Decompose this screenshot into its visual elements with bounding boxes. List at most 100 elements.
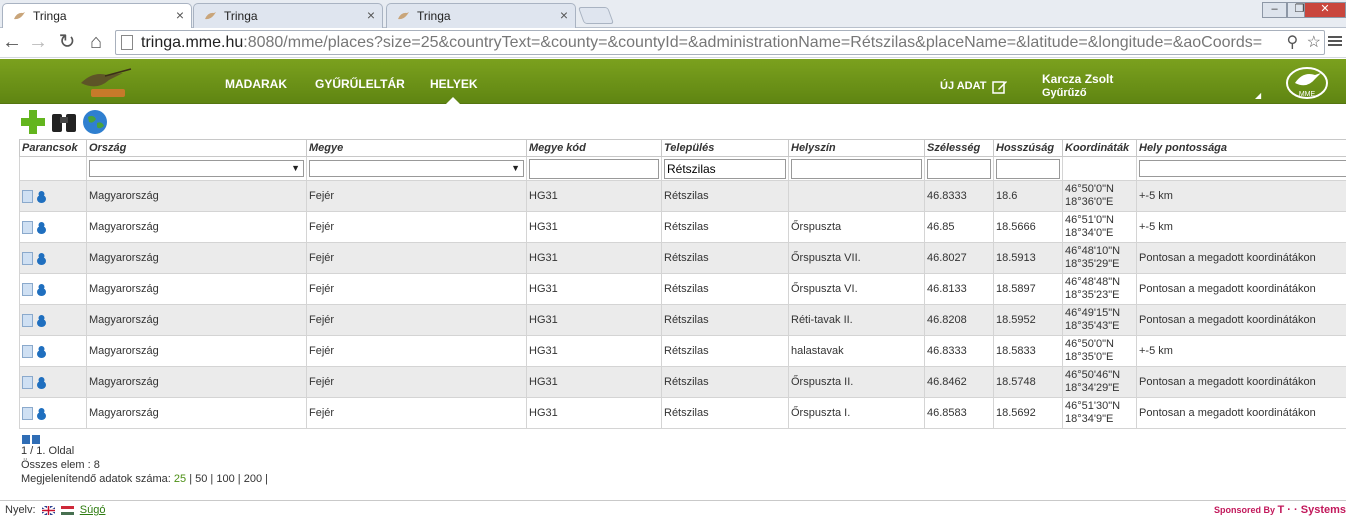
document-icon[interactable] <box>22 220 33 234</box>
globe-icon[interactable] <box>81 108 109 136</box>
bird-icon[interactable] <box>36 376 47 389</box>
bird-icon[interactable] <box>36 407 47 420</box>
cell-coordinates: 46°50'0"N 18°36'0"E <box>1062 180 1137 212</box>
binoculars-icon[interactable] <box>50 108 78 136</box>
mme-logo[interactable]: MME <box>1283 63 1331 101</box>
sponsor[interactable]: Sponsored By T · · Systems <box>1214 504 1346 516</box>
tringa-logo[interactable] <box>75 61 135 101</box>
table-row[interactable]: Magyarország Fejér HG31 Rétszilas Őrspuszta 4… <box>19 211 1346 243</box>
page-size-option[interactable]: 200 <box>244 473 262 485</box>
coord-lon: 18°34'29"E <box>1065 382 1120 394</box>
document-icon[interactable] <box>22 344 33 358</box>
table-row[interactable]: Magyarország Fejér HG31 Rétszilas Őrspuszta … <box>19 366 1346 398</box>
home-icon[interactable]: ⌂ <box>85 31 107 55</box>
tab-title: Tringa <box>33 9 67 23</box>
accuracy-filter-select[interactable]: ▼ <box>1139 160 1346 177</box>
page-size-option[interactable]: 50 <box>195 473 207 485</box>
cell-place: Őrspuszta I. <box>788 397 925 429</box>
document-icon[interactable] <box>22 375 33 389</box>
coord-lat: 46°50'0"N <box>1065 338 1114 350</box>
cell-place: Őrspuszta <box>788 211 925 243</box>
forward-arrow-icon[interactable]: → <box>27 31 49 55</box>
back-arrow-icon[interactable]: ← <box>1 31 23 55</box>
nav-madarak[interactable]: MADARAK <box>225 77 287 91</box>
cell-place: Réti-tavak II. <box>788 304 925 336</box>
col-header-longitude[interactable]: Hosszúság <box>993 139 1063 157</box>
zoom-search-icon[interactable]: ⚲ <box>1286 31 1298 54</box>
table-row[interactable]: Magyarország Fejér HG31 Rétszilas Réti-tavak… <box>19 304 1346 336</box>
url-input[interactable]: tringa.mme.hu:8080/mme/places?size=25&co… <box>115 30 1325 55</box>
tringa-favicon-icon <box>14 12 25 20</box>
page-size-option[interactable]: 100 <box>216 473 234 485</box>
coord-lat: 46°48'10"N <box>1065 245 1121 257</box>
first-page-icon[interactable] <box>22 435 30 444</box>
col-header-place[interactable]: Helyszín <box>788 139 925 157</box>
tab-title: Tringa <box>224 9 258 23</box>
browser-tab-1[interactable]: Tringa × <box>2 3 192 29</box>
bird-icon[interactable] <box>36 283 47 296</box>
minimize-button[interactable]: – <box>1262 2 1287 18</box>
coord-lon: 18°34'0"E <box>1065 227 1114 239</box>
add-plus-icon[interactable] <box>19 108 47 136</box>
bookmark-star-icon[interactable]: ☆ <box>1307 31 1321 54</box>
document-icon[interactable] <box>22 406 33 420</box>
close-window-button[interactable]: ✕ <box>1304 2 1346 18</box>
browser-tab-3[interactable]: Tringa × <box>386 3 576 28</box>
page-size-label: Megjelenítendő adatok száma: <box>21 473 171 485</box>
place-filter-input[interactable] <box>791 158 922 179</box>
county-filter-select[interactable]: ▼ <box>309 160 524 177</box>
col-header-latitude[interactable]: Szélesség <box>924 139 994 157</box>
coord-lon: 18°35'0"E <box>1065 351 1114 363</box>
cell-longitude: 18.5692 <box>993 397 1063 429</box>
settlement-filter-input[interactable] <box>664 158 786 179</box>
country-filter-select[interactable]: ▼ <box>89 160 304 177</box>
bird-icon[interactable] <box>36 190 47 203</box>
help-link[interactable]: Súgó <box>80 504 106 516</box>
document-icon[interactable] <box>22 313 33 327</box>
tab-close-icon[interactable]: × <box>367 7 375 23</box>
col-header-county[interactable]: Megye <box>306 139 527 157</box>
hungary-flag-icon[interactable] <box>60 505 74 515</box>
user-name[interactable]: Karcza Zsolt <box>1042 72 1113 86</box>
bird-icon[interactable] <box>36 314 47 327</box>
col-header-county-code[interactable]: Megye kód <box>526 139 662 157</box>
last-page-icon[interactable] <box>32 435 40 444</box>
col-header-country[interactable]: Ország <box>86 139 307 157</box>
browser-tab-2[interactable]: Tringa × <box>193 3 383 28</box>
table-row[interactable]: Magyarország Fejér HG31 Rétszilas halastavak… <box>19 335 1346 367</box>
col-header-accuracy[interactable]: Hely pontossága <box>1136 139 1346 157</box>
browser-menu-icon[interactable] <box>1328 34 1342 48</box>
reload-icon[interactable]: ↻ <box>56 31 78 55</box>
document-icon[interactable] <box>22 282 33 296</box>
new-data-link[interactable]: ÚJ ADAT <box>940 80 986 92</box>
uk-flag-icon[interactable] <box>41 505 55 515</box>
cell-place: Őrspuszta II. <box>788 366 925 398</box>
table-row[interactable]: Magyarország Fejér HG31 Rétszilas Őrspuszta … <box>19 397 1346 429</box>
table-row[interactable]: Magyarország Fejér HG31 Rétszilas Őrspuszta … <box>19 273 1346 305</box>
new-tab-button[interactable] <box>577 7 615 24</box>
cell-accuracy: Pontosan a megadott koordinátákon <box>1136 242 1346 274</box>
county-code-filter-input[interactable] <box>529 158 659 179</box>
tab-close-icon[interactable]: × <box>560 7 568 23</box>
edit-icon[interactable] <box>992 79 1008 95</box>
footer-divider <box>0 500 1346 501</box>
nav-gyuruleltar[interactable]: GYŰRŰLELTÁR <box>315 77 405 91</box>
document-icon[interactable] <box>22 189 33 203</box>
page-size-option[interactable]: 25 <box>174 473 186 485</box>
col-header-coordinates[interactable]: Koordináták <box>1062 139 1137 157</box>
places-table: Parancsok Ország Megye Megye kód Települ… <box>19 139 1346 429</box>
table-row[interactable]: Magyarország Fejér HG31 Rétszilas 46.8333 18.… <box>19 180 1346 212</box>
nav-helyek[interactable]: HELYEK <box>430 77 478 91</box>
longitude-filter-input[interactable] <box>996 158 1060 179</box>
cell-county-code: HG31 <box>526 273 662 305</box>
table-row[interactable]: Magyarország Fejér HG31 Rétszilas Őrspuszta … <box>19 242 1346 274</box>
col-header-settlement[interactable]: Település <box>661 139 789 157</box>
bird-icon[interactable] <box>36 345 47 358</box>
cell-coordinates: 46°48'48"N 18°35'23"E <box>1062 273 1137 305</box>
document-icon[interactable] <box>22 251 33 265</box>
bird-icon[interactable] <box>36 221 47 234</box>
user-menu-caret-icon[interactable]: ◢ <box>1255 91 1261 100</box>
tab-close-icon[interactable]: × <box>176 7 184 23</box>
latitude-filter-input[interactable] <box>927 158 991 179</box>
bird-icon[interactable] <box>36 252 47 265</box>
